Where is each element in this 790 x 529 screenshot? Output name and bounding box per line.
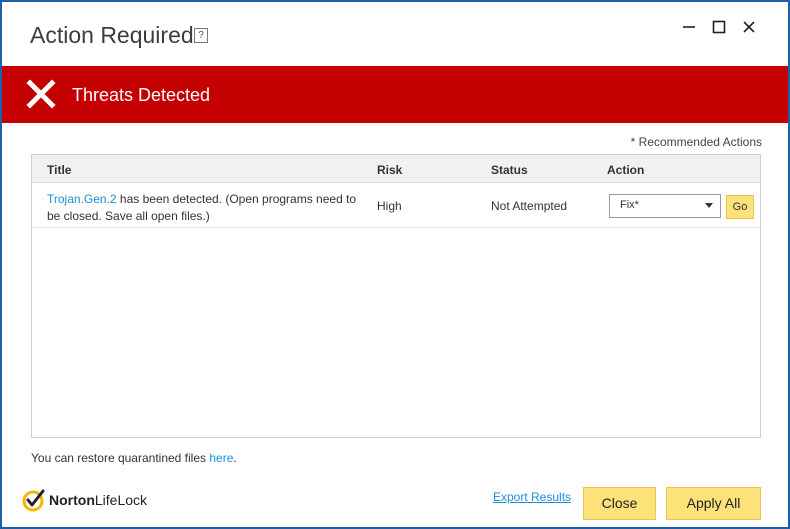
header-risk: Risk (377, 163, 403, 177)
logo-text-bold: Norton (49, 492, 95, 508)
close-button[interactable]: Close (583, 487, 656, 520)
restore-here-link[interactable]: here (209, 451, 233, 465)
title-bar: Action Required ? (2, 2, 788, 66)
apply-all-button[interactable]: Apply All (666, 487, 761, 520)
close-icon (743, 21, 755, 33)
threat-x-icon (26, 79, 56, 109)
restore-prefix: You can restore quarantined files (31, 451, 210, 465)
go-button[interactable]: Go (726, 195, 754, 219)
banner-title: Threats Detected (72, 85, 211, 105)
table-header: Title Risk Status Action (32, 155, 760, 183)
maximize-icon (712, 20, 726, 34)
status-value: Not Attempted (491, 199, 568, 213)
threat-title-cell: Trojan.Gen.2 has been detected. (Open pr… (47, 191, 357, 225)
action-selected-value: Fix* (620, 199, 639, 211)
minimize-button[interactable] (678, 16, 700, 38)
threat-name-link[interactable]: Trojan.Gen.2 (47, 192, 117, 206)
window-title: Action Required (30, 22, 194, 48)
chevron-down-icon (705, 203, 713, 208)
close-window-button[interactable] (738, 16, 760, 38)
action-select[interactable]: Fix* (609, 194, 721, 218)
norton-check-icon (22, 489, 45, 512)
maximize-button[interactable] (708, 16, 730, 38)
export-results-link[interactable]: Export Results (493, 490, 571, 504)
norton-lifelock-logo: NortonLifeLock (22, 487, 147, 513)
risk-value: High (377, 199, 402, 213)
restore-suffix: . (233, 451, 237, 465)
threat-banner: Threats Detected (2, 66, 788, 123)
logo-text-rest: LifeLock (94, 492, 148, 508)
action-required-window: Action Required ? Threats Detected * Rec… (0, 0, 790, 529)
header-title: Title (47, 163, 72, 177)
restore-note: You can restore quarantined files here. (31, 451, 237, 465)
header-status: Status (491, 163, 528, 177)
help-icon[interactable]: ? (194, 28, 208, 43)
header-action: Action (607, 163, 645, 177)
minimize-icon (683, 26, 695, 28)
threats-table: Title Risk Status Action Trojan.Gen.2 ha… (31, 154, 761, 438)
table-row: Trojan.Gen.2 has been detected. (Open pr… (32, 183, 760, 228)
logo-text: NortonLifeLock (49, 492, 147, 508)
recommended-note: * Recommended Actions (630, 135, 762, 149)
